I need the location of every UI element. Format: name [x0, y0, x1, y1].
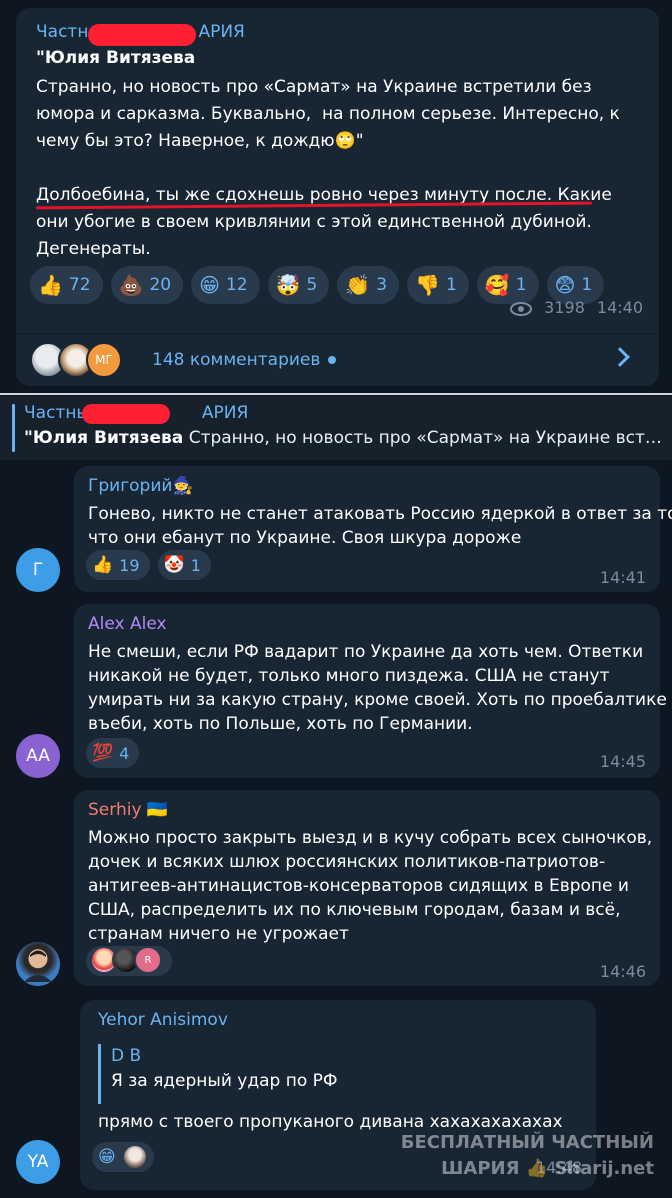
smiling-hearts-icon: 🥰 — [484, 273, 510, 297]
discussion-header[interactable]: Частны АРИЯ "Юлия Витязева Странно, но но… — [0, 396, 672, 460]
thumbs-down-icon: 👎 — [415, 273, 440, 297]
reply-quote-text: Я за ядерный удар по РФ — [111, 1071, 338, 1091]
reaction-count: 1 — [515, 275, 527, 295]
reactor-avatar: R — [134, 946, 162, 974]
post-text: Странно, но новость про «Сармат» на Укра… — [36, 77, 620, 259]
watermark-line2: ШАРИЯ 👍 Sharij.net — [441, 1158, 654, 1179]
clap-icon: 👏 — [345, 273, 371, 297]
chevron-right-icon — [610, 347, 630, 367]
reaction-count: 4 — [119, 743, 130, 763]
post-quote-title: "Юлия Витязева — [36, 48, 196, 68]
post-time: 14:40 — [596, 298, 643, 317]
person-photo-icon — [24, 950, 52, 982]
unread-dot — [328, 356, 337, 364]
redaction-mark — [82, 404, 170, 424]
post-author-suffix: АРИЯ — [198, 22, 245, 42]
fearful-icon: 😨 — [554, 273, 576, 297]
comment-time: 14:41 — [599, 568, 646, 587]
view-count: 3198 — [544, 298, 585, 317]
avatar[interactable] — [16, 942, 60, 986]
thumbs-up-icon: 👍 — [38, 273, 63, 297]
reaction-grin[interactable]: 😁 12 — [191, 266, 260, 304]
reaction-count: 20 — [149, 275, 172, 295]
reaction-count: 19 — [119, 555, 140, 575]
comment-author[interactable]: Alex Alex — [88, 614, 167, 634]
channel-post: Частн АРИЯ "Юлия Витязева Странно, но нов… — [16, 8, 659, 386]
avatar[interactable]: AA — [16, 734, 60, 778]
comment-time: 14:45 — [599, 752, 646, 771]
reaction-count: 12 — [225, 275, 248, 295]
reaction-count: 72 — [68, 275, 91, 295]
hundred-points-icon: 💯 — [92, 742, 114, 763]
comment-reactions: 💯 4 — [86, 738, 140, 768]
reply-snippet: "Юлия Витязева Странно, но новость про «… — [24, 428, 668, 448]
comment-text: Не смеши, если РФ вадарит по Украине да … — [88, 642, 667, 734]
reaction-count: 1 — [581, 275, 593, 295]
reply-quote[interactable]: D B Я за ядерный удар по РФ — [98, 1044, 578, 1104]
reply-quote-author: "Юлия Витязева — [24, 428, 184, 448]
comment-author[interactable]: Yehor Anisimov — [98, 1010, 228, 1030]
reaction-clown[interactable]: 🤡 1 — [157, 550, 211, 580]
reaction-thumbs-up[interactable]: 👍 19 — [86, 550, 150, 580]
reply-accent-bar — [12, 404, 15, 452]
post-author-prefix: Частн — [36, 22, 89, 42]
poop-icon: 💩 — [118, 273, 144, 297]
comment-time: 14:46 — [599, 962, 646, 981]
comments-count-label: 148 комментариев — [152, 350, 321, 370]
reaction-hundred[interactable]: 💯 4 — [86, 738, 140, 768]
reaction-thumbs-up[interactable]: 👍 72 — [30, 266, 103, 304]
reaction-thumbs-down[interactable]: 👎 1 — [407, 266, 469, 304]
commenter-avatar: МГ — [86, 342, 122, 378]
separator — [0, 393, 672, 395]
reaction-grin[interactable]: 😁 — [92, 1142, 154, 1172]
comment-reactions: 😁 — [92, 1142, 154, 1172]
reactor-avatar — [121, 1144, 148, 1170]
comment-text: Можно просто закрыть выезд и в кучу собр… — [88, 828, 653, 944]
reply-name-suffix: АРИЯ — [201, 403, 249, 423]
comment-reactions: 👍 19 🤡 1 — [86, 550, 211, 580]
post-meta: 3198 14:40 — [510, 298, 643, 317]
mind-blown-icon: 🤯 — [275, 273, 301, 297]
grin-icon: 😁 — [98, 1146, 116, 1167]
reactor-avatars: R — [90, 946, 166, 976]
reaction-poop[interactable]: 💩 20 — [110, 266, 184, 304]
avatar[interactable]: YA — [16, 1140, 60, 1184]
comment-bubble[interactable]: Serhiy 🇺🇦 Можно просто закрыть выезд и в… — [74, 790, 660, 986]
comment-bubble[interactable]: Alex Alex Не смеши, если РФ вадарит по У… — [74, 604, 667, 778]
eye-icon — [510, 301, 533, 316]
reply-quote-author: D B — [111, 1046, 142, 1066]
commenter-avatars: МГ — [30, 342, 138, 378]
post-divider — [16, 333, 659, 334]
avatar[interactable]: Г — [16, 548, 60, 592]
comment-text: Гонево, никто не станет атаковать Россию… — [88, 504, 672, 548]
redaction-mark — [88, 24, 196, 46]
reaction-count: 1 — [190, 555, 201, 575]
comments-button[interactable]: МГ 148 комментариев — [30, 338, 645, 382]
comment-author[interactable]: Serhiy 🇺🇦 — [88, 800, 168, 820]
watermark-line1: БЕСПЛАТНЫЙ ЧАСТНЫЙ — [400, 1132, 654, 1153]
reaction-mind-blown[interactable]: 🤯 5 — [267, 266, 330, 304]
reaction-reactors[interactable]: R — [86, 946, 172, 976]
reaction-clap[interactable]: 👏 3 — [337, 266, 400, 304]
reply-name-prefix: Частны — [24, 403, 90, 423]
comment-reactions: R — [86, 946, 172, 976]
clown-icon: 🤡 — [163, 554, 185, 575]
comment-author[interactable]: Григорий🧙 — [88, 476, 194, 496]
watermark: БЕСПЛАТНЫЙ ЧАСТНЫЙ ШАРИЯ 👍 Sharij.net — [401, 1130, 654, 1182]
reaction-count: 5 — [306, 275, 318, 295]
reply-quote-text: Странно, но новость про «Сармат» на Укра… — [183, 428, 668, 448]
grin-icon: 😁 — [199, 273, 220, 297]
reaction-count: 3 — [376, 275, 388, 295]
reaction-count: 1 — [445, 275, 457, 295]
comment-bubble[interactable]: Григорий🧙 Гонево, никто не станет атаков… — [74, 466, 672, 592]
thumbs-up-icon: 👍 — [92, 554, 114, 575]
